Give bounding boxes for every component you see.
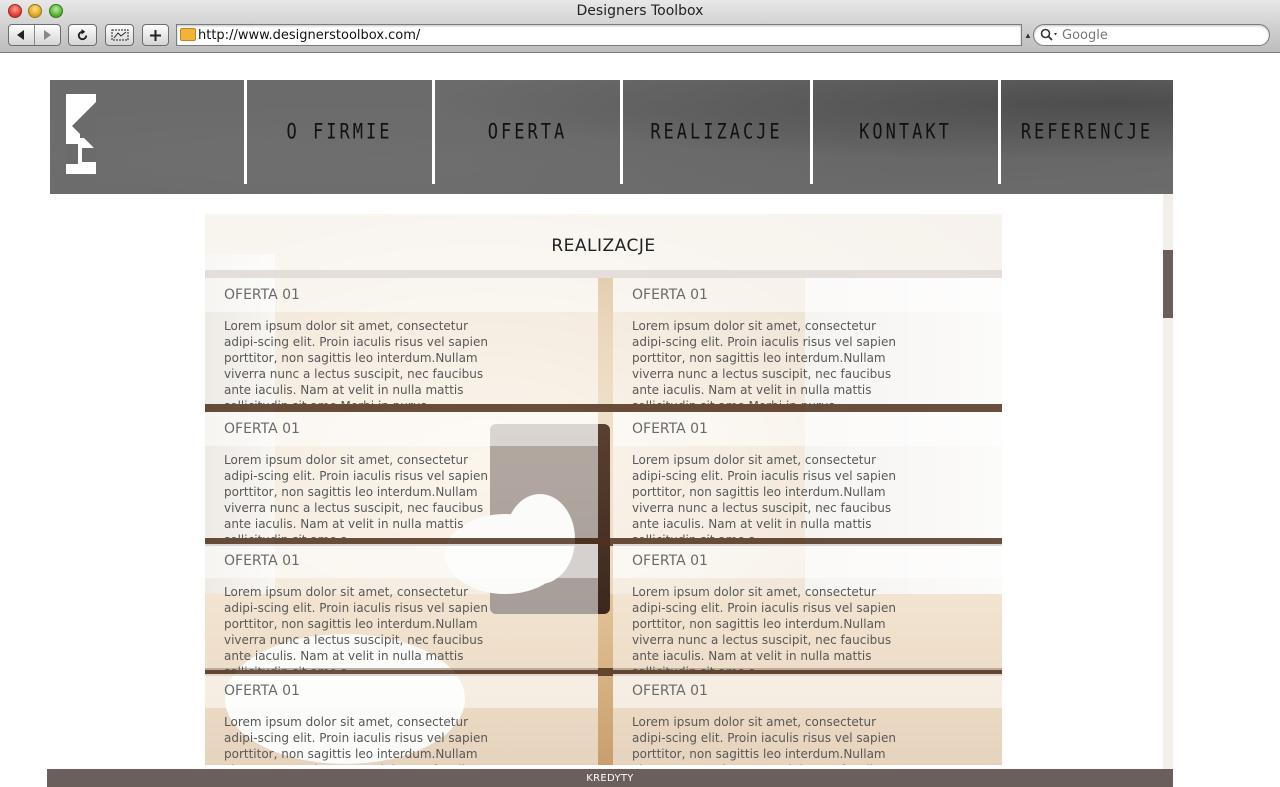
nav-item-label: OFERTA	[487, 119, 568, 145]
forward-button[interactable]	[35, 25, 61, 45]
offer-card-title: OFERTA 01	[632, 421, 708, 437]
offer-card[interactable]: OFERTA 01 Lorem ipsum dolor sit amet, co…	[613, 278, 1002, 404]
site-header: O FIRMIE OFERTA REALIZACJE KONTAKT REFER…	[50, 80, 1173, 194]
back-arrow-icon	[17, 30, 25, 40]
content-title-bar: REALIZACJE	[205, 214, 1002, 278]
offer-card[interactable]: OFERTA 01 Lorem ipsum dolor sit amet, co…	[613, 674, 1002, 765]
offer-card-title: OFERTA 01	[632, 553, 708, 569]
offer-card-text: Lorem ipsum dolor sit amet, consectetur …	[224, 585, 488, 670]
offer-card-title: OFERTA 01	[632, 287, 708, 303]
offer-card-text: Lorem ipsum dolor sit amet, consectetur …	[632, 453, 896, 538]
web-clip-icon	[111, 29, 128, 41]
web-clip-button[interactable]	[105, 24, 134, 46]
offer-card[interactable]: OFERTA 01 Lorem ipsum dolor sit amet, co…	[613, 412, 1002, 538]
nav-item-label: KONTAKT	[859, 119, 952, 145]
nav-item-kontakt[interactable]: KONTAKT	[810, 80, 998, 184]
offer-card-text: Lorem ipsum dolor sit amet, consectetur …	[224, 319, 488, 404]
plus-icon	[150, 29, 161, 41]
offer-card[interactable]: OFERTA 01 Lorem ipsum dolor sit amet, co…	[205, 278, 598, 404]
nav-item-label: REALIZACJE	[650, 119, 783, 145]
realizacje-gallery: REALIZACJE OFERTA 01 Lorem ipsum dolor s…	[205, 214, 1002, 765]
offer-card-title: OFERTA 01	[224, 421, 300, 437]
offer-card-text: Lorem ipsum dolor sit amet, consectetur …	[224, 453, 488, 538]
back-button[interactable]	[9, 25, 35, 45]
offer-card-text: Lorem ipsum dolor sit amet, consectetur …	[632, 319, 896, 404]
nav-item-o-firmie[interactable]: O FIRMIE	[244, 80, 432, 184]
offer-card[interactable]: OFERTA 01 Lorem ipsum dolor sit amet, co…	[205, 674, 598, 765]
url-text: http://www.designerstoolbox.com/	[198, 28, 421, 43]
web-page: O FIRMIE OFERTA REALIZACJE KONTAKT REFER…	[0, 54, 1280, 787]
reload-icon	[77, 28, 88, 40]
search-icon	[1040, 28, 1057, 41]
offer-card-title: OFERTA 01	[224, 287, 300, 303]
offer-card-text: Lorem ipsum dolor sit amet, consectetur …	[224, 715, 488, 765]
footer-credits-link[interactable]: KREDYTY	[586, 773, 633, 784]
offer-card-title: OFERTA 01	[224, 683, 300, 699]
offer-card[interactable]: OFERTA 01 Lorem ipsum dolor sit amet, co…	[205, 412, 598, 538]
nav-item-referencje[interactable]: REFERENCJE	[998, 80, 1173, 184]
address-bar[interactable]: http://www.designerstoolbox.com/	[176, 24, 1022, 46]
address-dropdown-icon[interactable]: ▲	[1024, 31, 1032, 40]
nav-item-realizacje[interactable]: REALIZACJE	[620, 80, 810, 184]
offer-card-text: Lorem ipsum dolor sit amet, consectetur …	[632, 715, 896, 765]
window-title: Designers Toolbox	[576, 3, 704, 19]
offer-card-text: Lorem ipsum dolor sit amet, consectetur …	[632, 585, 896, 670]
offer-card[interactable]: OFERTA 01 Lorem ipsum dolor sit amet, co…	[205, 544, 598, 670]
add-bookmark-button[interactable]	[142, 24, 169, 46]
forward-arrow-icon	[44, 30, 52, 40]
history-nav-buttons	[8, 24, 61, 46]
page-scrollbar-thumb[interactable]	[1163, 250, 1173, 318]
nav-item-oferta[interactable]: OFERTA	[432, 80, 620, 184]
search-placeholder: Google	[1062, 28, 1108, 43]
nav-item-label: O FIRMIE	[286, 119, 393, 145]
reload-button[interactable]	[68, 24, 97, 46]
offer-card-title: OFERTA 01	[632, 683, 708, 699]
site-logo-icon[interactable]	[66, 94, 96, 174]
nav-item-label: REFERENCJE	[1020, 119, 1154, 145]
content-title: REALIZACJE	[551, 236, 656, 256]
search-field[interactable]: Google	[1033, 24, 1270, 46]
browser-toolbar: Designers Toolbox http://www.designersto…	[0, 0, 1280, 53]
offer-card-title: OFERTA 01	[224, 553, 300, 569]
offer-card[interactable]: OFERTA 01 Lorem ipsum dolor sit amet, co…	[613, 544, 1002, 670]
site-footer: KREDYTY	[47, 769, 1173, 787]
folder-icon	[180, 28, 196, 41]
